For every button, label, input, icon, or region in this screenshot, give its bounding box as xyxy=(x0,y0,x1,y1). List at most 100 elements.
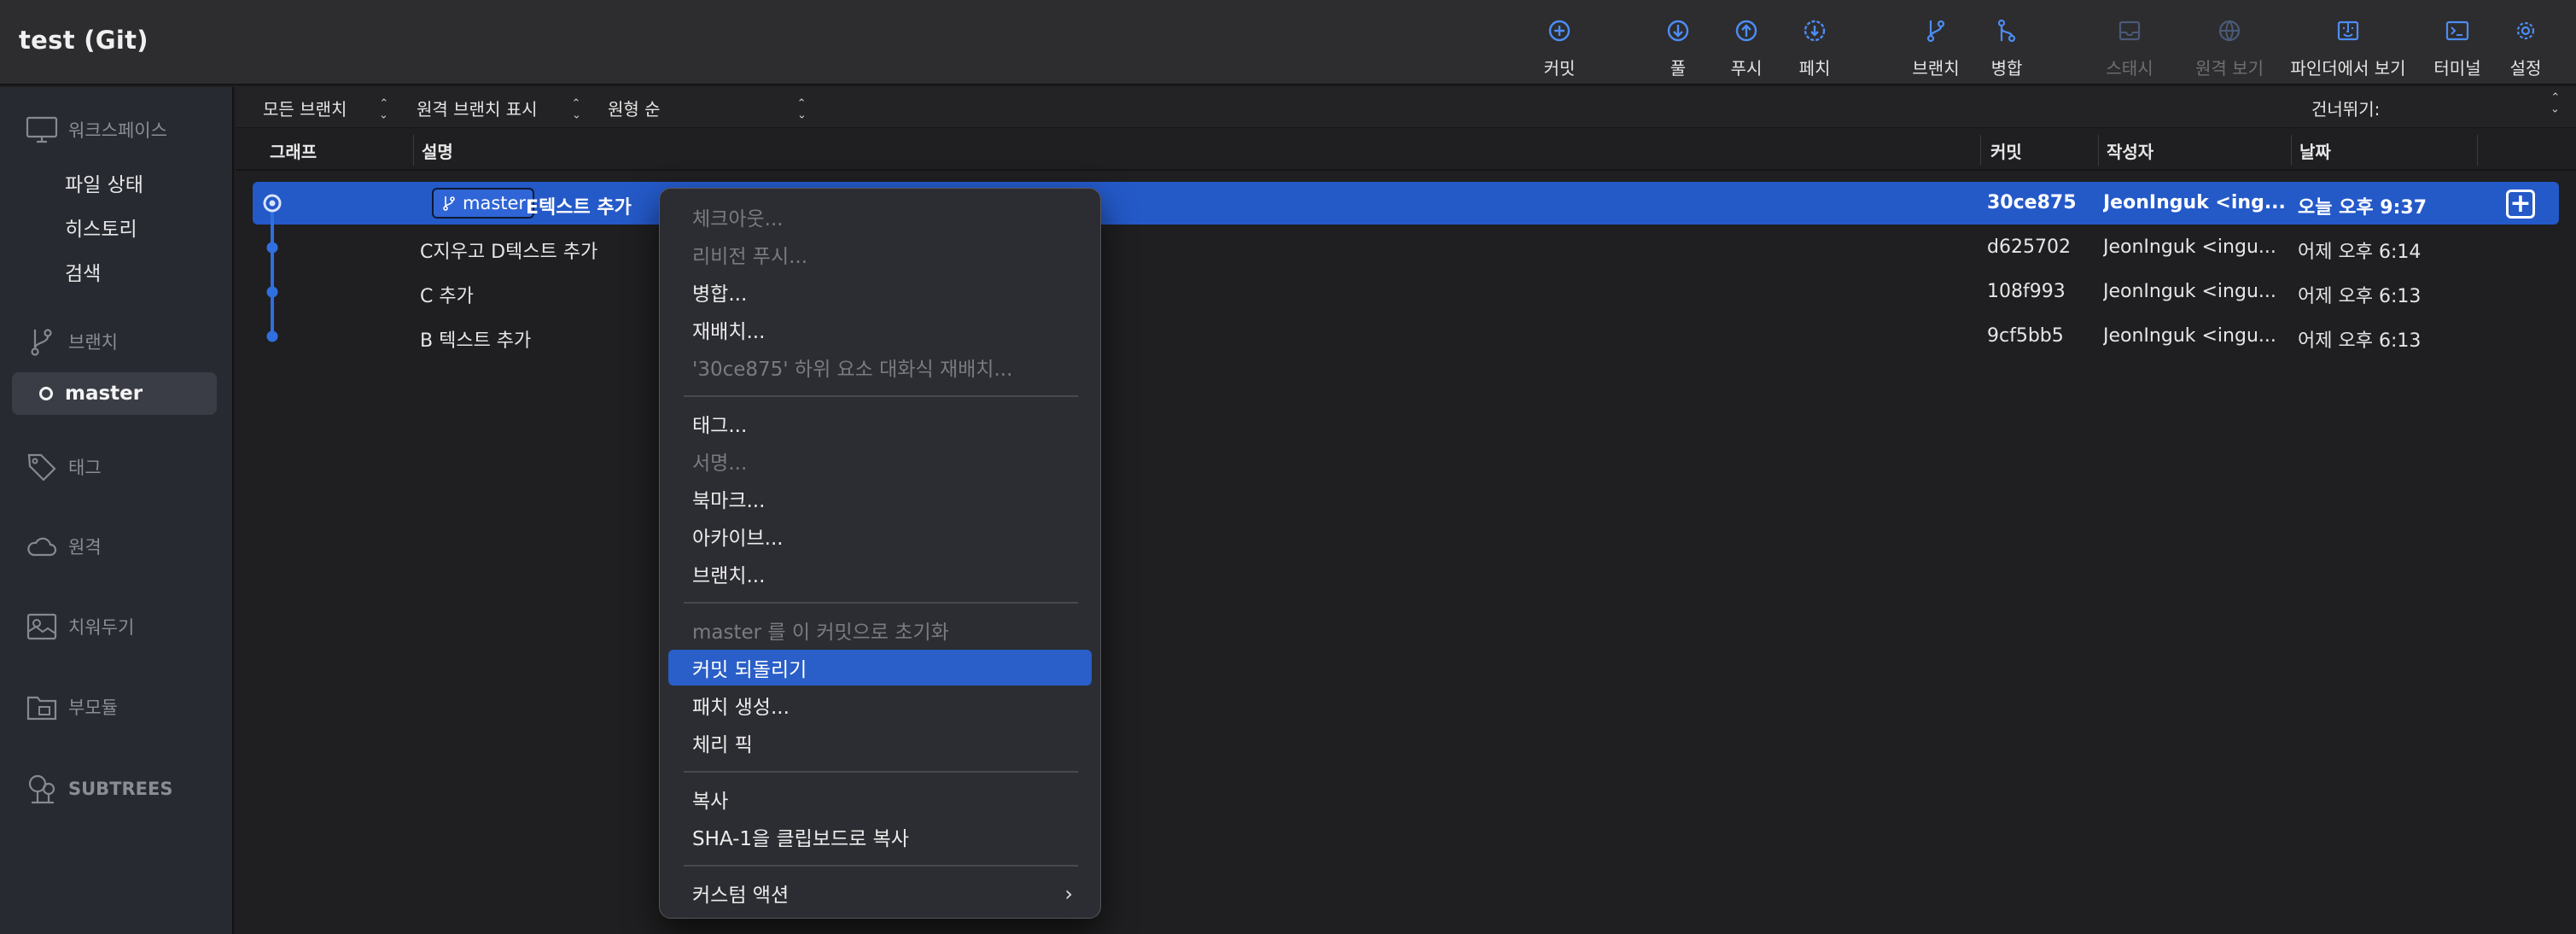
add-button[interactable]: + xyxy=(2506,190,2535,219)
column-header-date[interactable]: 날짜 xyxy=(2299,138,2331,163)
tree-icon xyxy=(24,772,60,806)
column-divider[interactable] xyxy=(413,135,414,166)
menu-item-interactive-rebase[interactable]: '30ce875' 하위 요소 대화식 재배치... xyxy=(668,349,1092,385)
menu-item-copy[interactable]: 복사 xyxy=(668,781,1092,817)
settings-button[interactable]: 설정 xyxy=(2470,17,2576,80)
terminal-icon xyxy=(2445,20,2469,41)
column-header-author[interactable]: 작성자 xyxy=(2107,138,2153,163)
sidebar-item-search[interactable]: 검색 xyxy=(65,257,101,286)
fetch-button-label: 페치 xyxy=(1798,58,1831,79)
menu-item-branch[interactable]: 브랜치... xyxy=(668,556,1092,592)
fetch-circle-icon xyxy=(1804,20,1826,42)
sidebar-section-remotes[interactable]: 원격 xyxy=(24,529,102,563)
menu-item-reset-master[interactable]: master 를 이 커밋으로 초기화 xyxy=(668,612,1092,648)
stash-button-label: 스태시 xyxy=(2106,58,2153,79)
branch-icon xyxy=(24,324,60,359)
show-remote-button-label: 원격 보기 xyxy=(2195,58,2264,79)
column-header-graph[interactable]: 그래프 xyxy=(270,138,317,163)
menu-item-sign[interactable]: 서명... xyxy=(668,443,1092,479)
column-divider[interactable] xyxy=(2291,135,2292,166)
sidebar-section-subtrees[interactable]: SUBTREES xyxy=(24,772,173,806)
commit-row[interactable]: master E텍스트 추가 30ce875 JeonInguk <ing...… xyxy=(253,182,2559,225)
commit-list: master E텍스트 추가 30ce875 JeonInguk <ing...… xyxy=(236,171,2576,934)
toolbar: test (Git) 커밋 풀 푸시 페치 브랜치 병합 스태시 원격 보기 파… xyxy=(0,0,2576,85)
merge-icon xyxy=(1997,19,2016,43)
column-header-description[interactable]: 설명 xyxy=(422,138,453,163)
sidebar-section-branches[interactable]: 브랜치 xyxy=(24,324,118,359)
order-filter-value: 원형 순 xyxy=(608,99,661,120)
menu-item-tag[interactable]: 태그... xyxy=(668,406,1092,441)
commit-author: JeonInguk <ing... xyxy=(2103,192,2286,213)
branch-label-text: master xyxy=(463,193,527,213)
commit-row[interactable]: C지우고 D텍스트 추가 d625702 JeonInguk <ingu... … xyxy=(253,226,2559,269)
graph-node xyxy=(266,242,278,254)
commit-button[interactable]: 커밋 xyxy=(1504,17,1615,80)
order-filter-select[interactable]: 원형 순 ⌃ ⌃ xyxy=(608,96,806,120)
column-divider[interactable] xyxy=(2098,135,2099,166)
filter-bar: 모든 브랜치 ⌃ ⌃ 원격 브랜치 표시 ⌃ ⌃ 원형 순 ⌃ ⌃ 건너뛰기: ⌃ ⌃ xyxy=(236,87,2576,128)
branch-icon xyxy=(443,196,455,211)
sidebar-item-file-status[interactable]: 파일 상태 xyxy=(65,168,143,197)
arrow-down-circle-icon xyxy=(1667,20,1689,42)
sidebar-item-master[interactable]: master xyxy=(12,372,217,415)
chevron-right-icon: › xyxy=(1064,882,1073,906)
menu-item-create-patch[interactable]: 패치 생성... xyxy=(668,687,1092,723)
menu-item-cherry-pick[interactable]: 체리 픽 xyxy=(668,725,1092,761)
menu-separator xyxy=(684,771,1078,773)
menu-separator xyxy=(684,395,1078,397)
column-header-row: 그래프 설명 커밋 작성자 날짜 xyxy=(236,128,2576,171)
commit-date: 어제 오후 6:13 xyxy=(2298,286,2422,307)
commit-hash: 9cf5bb5 xyxy=(1987,325,2064,347)
fetch-button[interactable]: 페치 xyxy=(1759,17,1870,80)
chevron-updown-icon: ⌃ ⌃ xyxy=(2550,90,2561,114)
branch-label-master[interactable]: master xyxy=(432,188,535,219)
column-divider[interactable] xyxy=(1980,135,1981,166)
show-in-finder-button-label: 파인더에서 보기 xyxy=(2290,58,2406,79)
monitor-icon xyxy=(24,113,60,147)
menu-item-checkout[interactable]: 체크아웃... xyxy=(668,199,1092,235)
stash-button[interactable]: 스태시 xyxy=(2074,17,2185,80)
sidebar-section-stashes[interactable]: 치워두기 xyxy=(24,610,134,644)
context-menu: 체크아웃... 리비전 푸시... 병합... 재배치... '30ce875'… xyxy=(659,188,1101,919)
chevron-updown-icon: ⌃ ⌃ xyxy=(796,96,807,120)
remote-filter-value: 원격 브랜치 표시 xyxy=(417,99,538,120)
menu-item-reverse-commit[interactable]: 커밋 되돌리기 xyxy=(668,650,1092,686)
show-remote-button[interactable]: 원격 보기 xyxy=(2174,17,2285,80)
commit-author: JeonInguk <ingu... xyxy=(2103,281,2276,302)
column-header-commit[interactable]: 커밋 xyxy=(1990,138,2022,163)
sidebar-section-tags[interactable]: 태그 xyxy=(24,450,102,484)
chevron-updown-icon: ⌃ ⌃ xyxy=(571,96,581,120)
branch-icon xyxy=(1926,20,1945,43)
menu-separator xyxy=(684,602,1078,604)
sidebar-section-label: 치워두기 xyxy=(68,617,135,638)
menu-item-custom-actions[interactable]: 커스텀 액션 › xyxy=(668,875,1092,911)
menu-item-rebase[interactable]: 재배치... xyxy=(668,312,1092,347)
gear-icon xyxy=(2516,21,2535,40)
merge-button[interactable]: 병합 xyxy=(1951,17,2062,80)
folder-icon xyxy=(24,690,60,724)
sidebar-section-label: 부모듈 xyxy=(68,698,118,718)
sidebar-section-workspace[interactable]: 워크스페이스 xyxy=(24,113,167,147)
branch-filter-select[interactable]: 모든 브랜치 ⌃ ⌃ xyxy=(263,96,388,120)
menu-separator xyxy=(684,865,1078,867)
remote-filter-select[interactable]: 원격 브랜치 표시 ⌃ ⌃ xyxy=(417,96,580,120)
menu-item-push-revision[interactable]: 리비전 푸시... xyxy=(668,236,1092,272)
branch-filter-value: 모든 브랜치 xyxy=(263,99,347,120)
finder-icon xyxy=(2337,20,2359,41)
current-branch-icon xyxy=(39,387,53,400)
sidebar-section-submodules[interactable]: 부모듈 xyxy=(24,690,118,724)
column-divider[interactable] xyxy=(2477,135,2478,166)
menu-item-copy-sha1[interactable]: SHA-1을 클립보드로 복사 xyxy=(668,819,1092,855)
skip-field[interactable]: 건너뛰기: ⌃ ⌃ xyxy=(2311,90,2561,120)
sidebar-item-history[interactable]: 히스토리 xyxy=(65,213,137,242)
commit-row[interactable]: B 텍스트 추가 9cf5bb5 JeonInguk <ingu... 어제 오… xyxy=(253,315,2559,358)
commit-hash: d625702 xyxy=(1987,236,2071,258)
pull-button-label: 풀 xyxy=(1670,58,1687,79)
commit-row[interactable]: C 추가 108f993 JeonInguk <ingu... 어제 오후 6:… xyxy=(253,271,2559,313)
menu-item-archive[interactable]: 아카이브... xyxy=(668,518,1092,554)
menu-item-bookmark[interactable]: 북마크... xyxy=(668,481,1092,517)
commit-button-label: 커밋 xyxy=(1543,58,1576,79)
show-in-finder-button[interactable]: 파인더에서 보기 xyxy=(2290,17,2406,80)
commit-date: 오늘 오후 9:37 xyxy=(2298,197,2427,219)
menu-item-merge[interactable]: 병합... xyxy=(668,274,1092,310)
